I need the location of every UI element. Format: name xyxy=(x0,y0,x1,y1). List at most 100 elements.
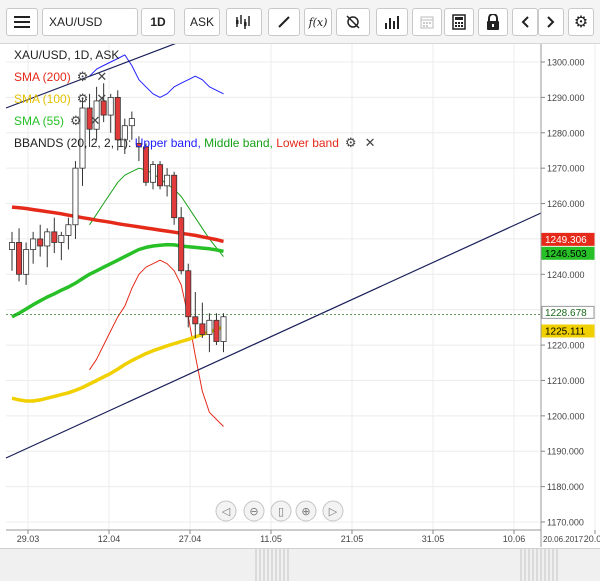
navigator-handle-right[interactable] xyxy=(520,549,558,581)
chart-toolbar: XAU/USD 1D ASK f(x) ⚙ xyxy=(0,0,600,44)
x-corner-date-label: 20.06.2017 xyxy=(543,535,584,544)
bullish-candle xyxy=(164,174,171,187)
sma55-settings-icon[interactable]: ⚙ xyxy=(70,113,82,129)
time-navigator[interactable] xyxy=(0,548,600,581)
y-tick-label: 1240.000 xyxy=(547,270,585,280)
y-tick-label: 1280.000 xyxy=(547,128,585,138)
reset-zoom-icon[interactable]: ▯ xyxy=(270,500,292,522)
legend-sma200: SMA (200) ⚙ ✕ xyxy=(14,66,375,88)
x-tick-label: 27.04 xyxy=(179,534,202,544)
price-badge-label: 1228.678 xyxy=(545,308,587,319)
calculator-button[interactable] xyxy=(444,8,474,36)
sma55-remove-icon[interactable]: ✕ xyxy=(90,113,101,129)
legend-bbands: BBANDS (20, 2, 2, 1): Upper band, Middle… xyxy=(14,132,375,154)
x-tick-label: 21.05 xyxy=(341,534,364,544)
bearish-candle xyxy=(157,164,164,187)
calendar-button[interactable] xyxy=(412,8,442,36)
bullish-candle xyxy=(23,249,30,275)
y-axis: 1300.000 1290.000 1280.000 1270.000 1260.000… xyxy=(540,44,595,547)
legend-sma55: SMA (55) ⚙ ✕ xyxy=(14,110,375,132)
bullish-candle xyxy=(44,231,51,247)
sma200-remove-icon[interactable]: ✕ xyxy=(96,69,107,85)
y-tick-label: 1170.000 xyxy=(547,518,584,528)
x-tick-label: 11.05 xyxy=(260,534,282,544)
price-type-selector[interactable]: ASK xyxy=(184,8,220,36)
bearish-candle xyxy=(213,319,220,342)
y-tick-label: 1260.000 xyxy=(547,199,585,209)
arrow-left-icon[interactable]: ◁ xyxy=(215,500,237,522)
bbands-settings-icon[interactable]: ⚙ xyxy=(345,135,357,151)
sma100-label: SMA (100) xyxy=(14,92,71,106)
calculator-icon xyxy=(452,14,466,30)
bearish-candle xyxy=(51,231,58,243)
y-tick-label: 1300.000 xyxy=(547,58,585,68)
candle-type-button[interactable] xyxy=(226,8,262,36)
bullish-candle xyxy=(30,238,37,250)
settings-button[interactable]: ⚙ xyxy=(568,8,594,36)
y-tick-label: 1200.000 xyxy=(547,411,585,421)
sma200-label: SMA (200) xyxy=(14,70,71,84)
scroll-left-button[interactable] xyxy=(512,8,538,36)
bearish-candle xyxy=(37,238,44,247)
drawing-pen-icon xyxy=(278,16,290,28)
timeframe-selector[interactable]: 1D xyxy=(141,8,175,36)
sma55-label: SMA (55) xyxy=(14,114,65,128)
chevron-right-icon xyxy=(547,16,555,28)
price-badge-label: 1249.306 xyxy=(545,235,587,246)
lock-icon xyxy=(487,14,499,30)
x-tick-label: 10.06 xyxy=(503,534,526,544)
bullish-candle xyxy=(72,167,79,226)
bbands-lower-label: Lower band xyxy=(276,136,339,150)
bearish-candle xyxy=(199,323,206,335)
zoom-in-icon[interactable]: ⊕ xyxy=(295,500,317,522)
zoom-button-glyph: ⊖ xyxy=(249,505,258,518)
bullish-candle xyxy=(149,164,156,183)
drawing-tools-button[interactable] xyxy=(268,8,300,36)
indicators-button[interactable] xyxy=(376,8,408,36)
sma100-settings-icon[interactable]: ⚙ xyxy=(77,91,89,107)
crosshair-target-icon xyxy=(346,15,360,29)
sma100-remove-icon[interactable]: ✕ xyxy=(96,91,107,107)
bbands-label: BBANDS (20, 2, 2, 1): xyxy=(14,136,132,150)
bar-chart-icon xyxy=(385,16,399,29)
price-badge-label: 1246.503 xyxy=(545,249,587,260)
bullish-candle xyxy=(220,316,227,342)
y-tick-label: 1210.000 xyxy=(547,376,585,386)
x-tick-label: 31.05 xyxy=(422,534,445,544)
lock-button[interactable] xyxy=(478,8,508,36)
legend-title: XAU/USD, 1D, ASK xyxy=(14,48,120,62)
x-tick-label: 29.03 xyxy=(17,534,40,544)
y-tick-label: 1190.000 xyxy=(547,447,584,457)
symbol-selector[interactable]: XAU/USD xyxy=(42,8,138,36)
zoom-button-glyph: ▯ xyxy=(278,505,284,518)
chevron-left-icon xyxy=(521,16,529,28)
y-tick-label: 1180.000 xyxy=(547,482,584,492)
bearish-candle xyxy=(185,270,192,318)
function-button[interactable]: f(x) xyxy=(304,8,332,36)
y-tick-label: 1220.000 xyxy=(547,341,585,351)
symbol-value: XAU/USD xyxy=(49,15,103,29)
sma200-settings-icon[interactable]: ⚙ xyxy=(77,69,89,85)
price-type-value: ASK xyxy=(189,15,214,29)
navigator-handle-left[interactable] xyxy=(255,549,291,581)
candle-type-icon xyxy=(236,15,250,29)
legend-title-row: XAU/USD, 1D, ASK xyxy=(14,44,375,66)
menu-button[interactable] xyxy=(6,8,38,36)
bbands-remove-icon[interactable]: ✕ xyxy=(365,135,376,151)
bearish-candle xyxy=(192,316,199,325)
x-axis: 29.03 12.04 27.04 11.05 21.05 31.05 10.06 20.06… xyxy=(6,529,600,544)
zoom-button-glyph: ◁ xyxy=(222,505,231,518)
scroll-right-button[interactable] xyxy=(538,8,564,36)
bullish-candle xyxy=(206,319,213,335)
bearish-candle xyxy=(171,174,178,219)
arrow-right-icon[interactable]: ▷ xyxy=(322,500,344,522)
crosshair-button[interactable] xyxy=(336,8,370,36)
zoom-out-icon[interactable]: ⊖ xyxy=(243,500,265,522)
price-badge-label: 1225.111 xyxy=(545,326,586,337)
bullish-candle xyxy=(58,234,65,243)
bullish-candle xyxy=(65,224,72,236)
y-tick-label: 1290.000 xyxy=(547,93,585,103)
function-fx-icon: f(x) xyxy=(308,15,328,29)
x-tick-label: 20.06 xyxy=(584,534,600,544)
x-tick-label: 12.04 xyxy=(98,534,121,544)
